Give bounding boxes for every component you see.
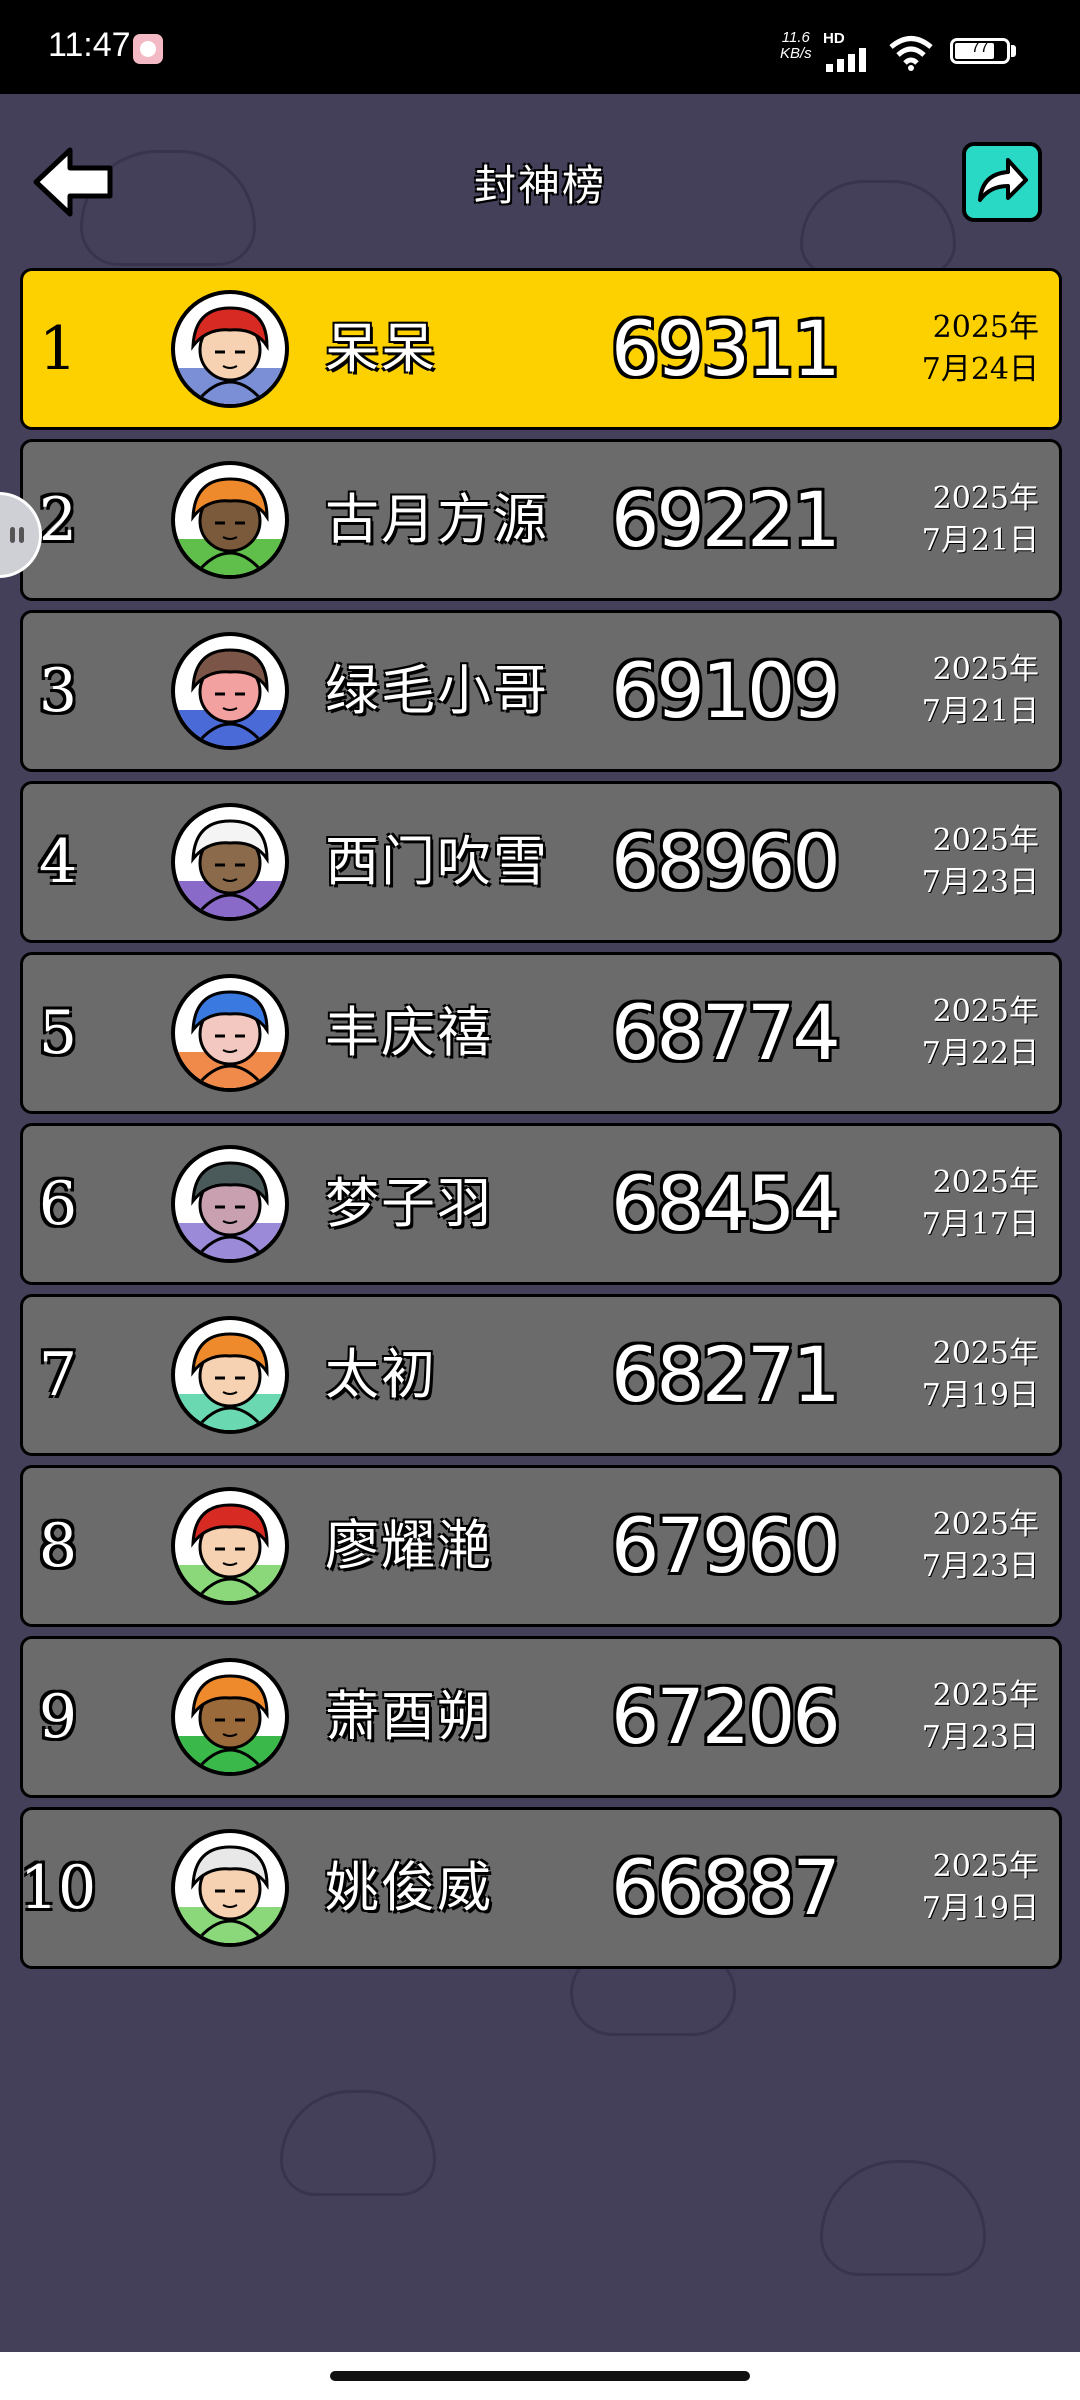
player-avatar [171, 290, 289, 408]
rank-number: 4 [38, 827, 78, 897]
player-avatar [171, 1316, 289, 1434]
player-score: 69221 [611, 475, 841, 564]
record-day: 7月23日 [921, 865, 1039, 900]
player-name: 廖耀滟 [325, 1514, 493, 1577]
record-date: 2025年 7月22日 [879, 991, 1039, 1075]
record-date: 2025年 7月21日 [879, 478, 1039, 562]
battery-level: 77 [971, 39, 989, 56]
record-day: 7月23日 [921, 1549, 1039, 1584]
player-avatar [171, 1487, 289, 1605]
leaderboard-row[interactable]: 8 廖耀滟 67960 2025年 7月23日 [20, 1465, 1062, 1627]
record-date: 2025年 7月23日 [879, 1675, 1039, 1759]
rank-number: 8 [38, 1511, 78, 1581]
record-year: 2025年 [932, 1336, 1039, 1371]
leaderboard-list: 1 呆呆 69311 2025年 7月24日 2 古月方源 69221 2025… [20, 268, 1062, 1978]
player-score: 67206 [611, 1672, 841, 1761]
signal-icon [826, 48, 866, 72]
hd-label: HD [823, 30, 845, 47]
record-day: 7月17日 [921, 1207, 1039, 1242]
record-year: 2025年 [932, 1507, 1039, 1542]
player-score: 68271 [611, 1330, 841, 1419]
player-name: 绿毛小哥 [325, 659, 549, 722]
wifi-icon [889, 36, 933, 71]
record-date: 2025年 7月19日 [879, 1846, 1039, 1930]
rank-number: 6 [38, 1169, 78, 1239]
player-score: 67960 [611, 1501, 841, 1590]
app-notification-icon [133, 34, 163, 64]
record-date: 2025年 7月24日 [879, 307, 1039, 391]
player-score: 68774 [611, 988, 841, 1077]
record-year: 2025年 [932, 1678, 1039, 1713]
leaderboard-row[interactable]: 6 梦子羽 68454 2025年 7月17日 [20, 1123, 1062, 1285]
record-day: 7月21日 [921, 523, 1039, 558]
player-name: 古月方源 [325, 488, 549, 551]
home-indicator[interactable] [330, 2371, 750, 2381]
leaderboard-row[interactable]: 9 萧酉朔 67206 2025年 7月23日 [20, 1636, 1062, 1798]
player-name: 梦子羽 [325, 1172, 493, 1235]
player-avatar [171, 632, 289, 750]
record-date: 2025年 7月21日 [879, 649, 1039, 733]
record-day: 7月24日 [921, 352, 1039, 387]
player-avatar [171, 1145, 289, 1263]
leaderboard-row[interactable]: 5 丰庆禧 68774 2025年 7月22日 [20, 952, 1062, 1114]
record-year: 2025年 [932, 310, 1039, 345]
record-day: 7月22日 [921, 1036, 1039, 1071]
share-button[interactable] [962, 142, 1042, 222]
player-name: 萧酉朔 [325, 1685, 493, 1748]
player-name: 丰庆禧 [325, 1001, 493, 1064]
leaderboard-row[interactable]: 10 姚俊威 66887 2025年 7月19日 [20, 1807, 1062, 1969]
player-score: 69109 [611, 646, 841, 735]
record-year: 2025年 [932, 994, 1039, 1029]
player-avatar [171, 1829, 289, 1947]
player-score: 69311 [611, 304, 841, 393]
rank-number: 3 [38, 656, 78, 726]
player-score: 68960 [611, 817, 841, 906]
cloud-decoration [280, 2090, 436, 2196]
leaderboard-row[interactable]: 2 古月方源 69221 2025年 7月21日 [20, 439, 1062, 601]
rank-number: 1 [38, 314, 78, 384]
rank-number: 10 [19, 1853, 97, 1923]
record-date: 2025年 7月17日 [879, 1162, 1039, 1246]
leaderboard-row[interactable]: 3 绿毛小哥 69109 2025年 7月21日 [20, 610, 1062, 772]
record-year: 2025年 [932, 1849, 1039, 1884]
page-title: 封神榜 [473, 161, 606, 210]
status-time: 11:47 [48, 26, 131, 64]
player-name: 西门吹雪 [325, 830, 549, 893]
rank-number: 9 [38, 1682, 78, 1752]
rank-number: 7 [38, 1340, 78, 1410]
share-arrow-icon [978, 158, 1028, 202]
leaderboard-row[interactable]: 7 太初 68271 2025年 7月19日 [20, 1294, 1062, 1456]
player-name: 太初 [325, 1343, 437, 1406]
player-avatar [171, 461, 289, 579]
player-avatar [171, 803, 289, 921]
record-day: 7月19日 [921, 1891, 1039, 1926]
player-score: 68454 [611, 1159, 841, 1248]
record-year: 2025年 [932, 481, 1039, 516]
battery-icon: 77 [950, 38, 1010, 64]
record-date: 2025年 7月19日 [879, 1333, 1039, 1417]
leaderboard-row[interactable]: 4 西门吹雪 68960 2025年 7月23日 [20, 781, 1062, 943]
record-date: 2025年 7月23日 [879, 1504, 1039, 1588]
record-day: 7月21日 [921, 694, 1039, 729]
record-day: 7月19日 [921, 1378, 1039, 1413]
record-date: 2025年 7月23日 [879, 820, 1039, 904]
network-speed: 11.6 KB/s [780, 29, 812, 62]
player-avatar [171, 974, 289, 1092]
record-year: 2025年 [932, 823, 1039, 858]
player-name: 呆呆 [325, 317, 437, 380]
status-bar: 11:47 11.6 KB/s HD 77 [0, 0, 1080, 94]
leaderboard-row[interactable]: 1 呆呆 69311 2025年 7月24日 [20, 268, 1062, 430]
record-year: 2025年 [932, 1165, 1039, 1200]
record-year: 2025年 [932, 652, 1039, 687]
player-avatar [171, 1658, 289, 1776]
rank-number: 5 [38, 998, 78, 1068]
player-score: 66887 [611, 1843, 841, 1932]
record-day: 7月23日 [921, 1720, 1039, 1755]
player-name: 姚俊威 [325, 1856, 493, 1919]
cloud-decoration [820, 2160, 986, 2276]
